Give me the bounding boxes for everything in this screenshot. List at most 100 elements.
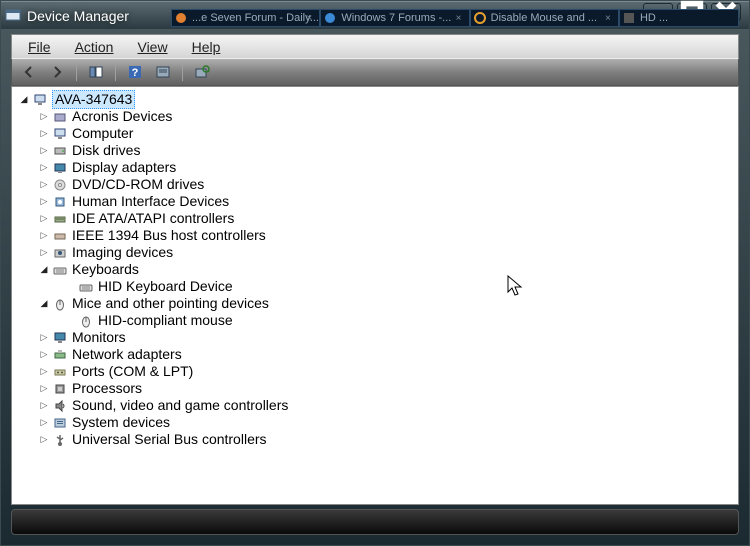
expand-toggle-icon[interactable]: ▷ <box>38 363 50 380</box>
tree-category-node[interactable]: ▷Processors <box>38 380 736 397</box>
tree-category-node[interactable]: ▷ IDE ATA/ATAPI controllers <box>38 210 736 227</box>
sound-icon <box>52 398 68 414</box>
tree-category-node[interactable]: ▷Sound, video and game controllers <box>38 397 736 414</box>
app-icon <box>5 8 21 24</box>
favicon-icon <box>324 12 336 24</box>
tab-close-icon[interactable]: × <box>456 13 466 23</box>
expand-toggle-icon[interactable]: ▷ <box>38 193 50 210</box>
node-label: Display adapters <box>72 159 176 176</box>
expand-toggle-icon[interactable]: ▷ <box>38 108 50 125</box>
tab-label: ...e Seven Forum - Daily... <box>192 12 319 24</box>
node-label: Universal Serial Bus controllers <box>72 431 267 448</box>
tree-category-node[interactable]: ▷ DVD/CD-ROM drives <box>38 176 736 193</box>
computer-icon <box>32 92 48 108</box>
node-label: Computer <box>72 125 133 142</box>
toolbar-separator <box>76 63 77 81</box>
expand-toggle-icon[interactable]: ▷ <box>38 142 50 159</box>
window-title: Device Manager <box>27 8 129 24</box>
tree-category-node[interactable]: ◢Mice and other pointing devices <box>38 295 736 312</box>
cpu-icon <box>52 381 68 397</box>
browser-tab[interactable]: HD ... <box>619 9 739 27</box>
expand-toggle-icon[interactable]: ▷ <box>38 176 50 193</box>
node-label: HID Keyboard Device <box>98 278 233 295</box>
browser-tab[interactable]: Disable Mouse and ... × <box>470 9 619 27</box>
expand-toggle-icon[interactable]: ▷ <box>38 125 50 142</box>
tree-category-node[interactable]: ▷ Acronis Devices <box>38 108 736 125</box>
node-label: Keyboards <box>72 261 139 278</box>
node-label: System devices <box>72 414 170 431</box>
expand-toggle-icon[interactable]: ▷ <box>38 329 50 346</box>
menu-action[interactable]: Action <box>65 37 124 57</box>
expand-toggle-icon[interactable]: ▷ <box>38 159 50 176</box>
system-icon <box>52 415 68 431</box>
tree-category-node[interactable]: ▷ Imaging devices <box>38 244 736 261</box>
tree-root-node[interactable]: ◢ AVA-347643 <box>18 91 736 108</box>
tree-category-node[interactable]: ▷ Disk drives <box>38 142 736 159</box>
tree-category-node[interactable]: ▷Network adapters <box>38 346 736 363</box>
node-label: IDE ATA/ATAPI controllers <box>72 210 234 227</box>
tab-close-icon[interactable]: × <box>306 13 316 23</box>
menu-view[interactable]: View <box>127 37 177 57</box>
collapse-toggle-icon[interactable]: ◢ <box>18 91 30 108</box>
expand-toggle-icon[interactable]: ▷ <box>38 380 50 397</box>
device-tree-pane[interactable]: ◢AVA-347643▷Acronis Devices▷Computer▷Dis… <box>11 86 739 505</box>
node-label: IEEE 1394 Bus host controllers <box>72 227 266 244</box>
device-manager-window: Device Manager ...e Seven Forum - Daily.… <box>0 0 750 546</box>
scan-hardware-button[interactable] <box>191 62 213 82</box>
tree-category-node[interactable]: ▷Monitors <box>38 329 736 346</box>
disk-icon <box>52 143 68 159</box>
expand-toggle-icon[interactable]: ▷ <box>38 397 50 414</box>
device-tree: ◢AVA-347643▷Acronis Devices▷Computer▷Dis… <box>12 87 738 452</box>
node-label: Imaging devices <box>72 244 173 261</box>
generic-icon <box>52 109 68 125</box>
dvd-icon <box>52 177 68 193</box>
node-label: Disk drives <box>72 142 140 159</box>
show-hide-console-tree-button[interactable] <box>85 62 107 82</box>
node-label: HID-compliant mouse <box>98 312 233 329</box>
collapse-toggle-icon[interactable]: ◢ <box>38 295 50 312</box>
help-button[interactable]: ? <box>124 62 146 82</box>
node-label: Acronis Devices <box>72 108 172 125</box>
tree-device-node[interactable]: HID-compliant mouse <box>64 312 736 329</box>
background-browser-tabs: ...e Seven Forum - Daily... × Windows 7 … <box>171 9 739 27</box>
browser-tab[interactable]: Windows 7 Forums -... × <box>320 9 469 27</box>
tab-close-icon[interactable]: × <box>605 13 615 23</box>
tree-category-node[interactable]: ▷ Computer <box>38 125 736 142</box>
keyboard-icon <box>52 262 68 278</box>
browser-tab[interactable]: ...e Seven Forum - Daily... × <box>171 9 320 27</box>
expand-toggle-icon[interactable]: ▷ <box>38 210 50 227</box>
imaging-icon <box>52 245 68 261</box>
tree-category-node[interactable]: ▷Ports (COM & LPT) <box>38 363 736 380</box>
node-label: AVA-347643 <box>52 90 135 109</box>
tree-device-node[interactable]: HID Keyboard Device <box>64 278 736 295</box>
tree-category-node[interactable]: ▷ Display adapters <box>38 159 736 176</box>
toolbar-separator <box>115 63 116 81</box>
favicon-icon <box>175 12 187 24</box>
menubar: File Action View Help <box>11 34 739 58</box>
properties-button[interactable] <box>152 62 174 82</box>
expand-toggle-icon[interactable]: ▷ <box>38 346 50 363</box>
ide-icon <box>52 211 68 227</box>
svg-text:?: ? <box>132 67 139 79</box>
display-icon <box>52 160 68 176</box>
tree-category-node[interactable]: ◢ Keyboards <box>38 261 736 278</box>
menu-help[interactable]: Help <box>182 37 231 57</box>
taskbar-strip <box>11 509 739 535</box>
expand-toggle-icon[interactable]: ▷ <box>38 414 50 431</box>
tree-category-node[interactable]: ▷ Universal Serial Bus controllers <box>38 431 736 448</box>
tree-category-node[interactable]: ▷Human Interface Devices <box>38 193 736 210</box>
expand-toggle-icon[interactable]: ▷ <box>38 431 50 448</box>
node-label: DVD/CD-ROM drives <box>72 176 204 193</box>
forward-button[interactable] <box>46 62 68 82</box>
usb-icon <box>52 432 68 448</box>
collapse-toggle-icon[interactable]: ◢ <box>38 261 50 278</box>
monitor-icon <box>52 330 68 346</box>
mouse-icon <box>52 296 68 312</box>
toolbar: ? <box>11 58 739 86</box>
expand-toggle-icon[interactable]: ▷ <box>38 244 50 261</box>
menu-file[interactable]: File <box>18 37 61 57</box>
tree-category-node[interactable]: ▷ System devices <box>38 414 736 431</box>
expand-toggle-icon[interactable]: ▷ <box>38 227 50 244</box>
back-button[interactable] <box>18 62 40 82</box>
tree-category-node[interactable]: ▷ IEEE 1394 Bus host controllers <box>38 227 736 244</box>
